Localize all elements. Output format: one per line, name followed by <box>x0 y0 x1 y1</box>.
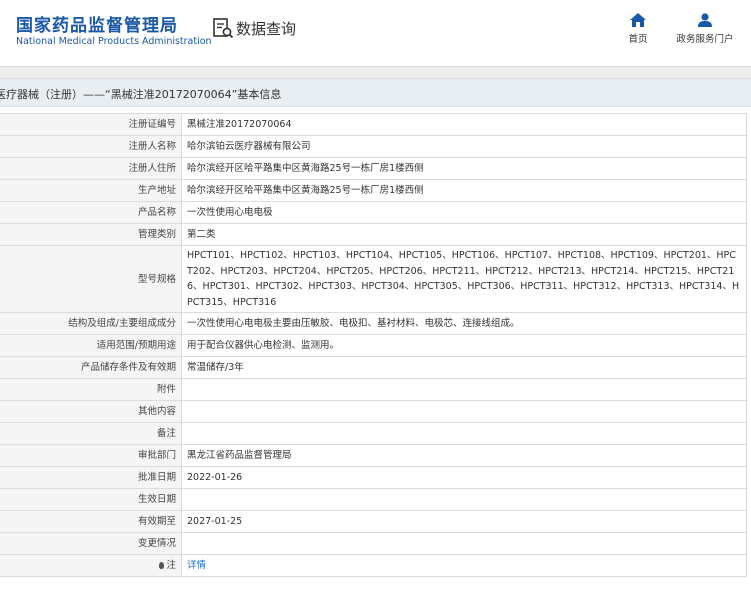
note-value-cell: 详情 <box>181 554 747 577</box>
row-label: 产品储存条件及有效期 <box>0 356 182 379</box>
row-value: 2027-01-25 <box>181 510 747 533</box>
row-value <box>181 400 747 423</box>
row-value <box>181 532 747 555</box>
row-label: 变更情况 <box>0 532 182 555</box>
row-value: 用于配合仪器供心电检测、监测用。 <box>181 334 747 357</box>
nav-home-button[interactable]: 首页 <box>603 13 673 53</box>
table-row: 注册证编号 黑械注准20172070064 <box>0 113 747 136</box>
row-label: 注 <box>166 560 176 571</box>
user-icon <box>698 13 712 27</box>
details-link[interactable]: 详情 <box>187 560 206 571</box>
table-row: 型号规格 HPCT101、HPCT102、HPCT103、HPCT104、HPC… <box>0 245 747 313</box>
row-value: 哈尔滨经开区哈平路集中区黄海路25号一栋厂房1楼西侧 <box>181 157 747 180</box>
detail-table: 注册证编号 黑械注准20172070064 注册人名称 哈尔滨铂云医疗器械有限公… <box>0 113 747 577</box>
table-row: 有效期至 2027-01-25 <box>0 510 747 533</box>
org-name-cn: 国家药品监督管理局 <box>16 16 178 36</box>
row-value: 2022-01-26 <box>181 466 747 489</box>
detail-title-bar: 医疗器械（注册）——“黑械注准20172070064”基本信息 <box>0 78 751 107</box>
row-value: 哈尔滨铂云医疗器械有限公司 <box>181 135 747 158</box>
table-row: 生效日期 <box>0 488 747 511</box>
row-label: 生效日期 <box>0 488 182 511</box>
table-row: 适用范围/预期用途 用于配合仪器供心电检测、监测用。 <box>0 334 747 357</box>
nav-portal-button[interactable]: 政务服务门户 <box>670 13 740 53</box>
row-value <box>181 488 747 511</box>
table-row: 附件 <box>0 378 747 401</box>
row-label: 批准日期 <box>0 466 182 489</box>
row-value <box>181 422 747 445</box>
table-row: 变更情况 <box>0 532 747 555</box>
nav-home-label: 首页 <box>628 34 648 45</box>
row-value: 一次性使用心电电极主要由压敏胶、电极扣、基衬材料、电极芯、连接线组成。 <box>181 312 747 335</box>
org-name-en: National Medical Products Administration <box>16 36 212 47</box>
section-title: 数据查询 <box>236 20 297 38</box>
row-label: 型号规格 <box>0 245 182 313</box>
table-row: 批准日期 2022-01-26 <box>0 466 747 489</box>
nav-portal-label: 政务服务门户 <box>676 34 734 45</box>
table-row: 审批部门 黑龙江省药品监督管理局 <box>0 444 747 467</box>
row-label: 有效期至 <box>0 510 182 533</box>
table-row: 管理类别 第二类 <box>0 223 747 246</box>
home-icon <box>630 13 646 27</box>
table-row: 注 详情 <box>0 554 747 577</box>
row-value: 一次性使用心电电极 <box>181 201 747 224</box>
row-label: 注册证编号 <box>0 113 182 136</box>
row-value <box>181 378 747 401</box>
row-label: 审批部门 <box>0 444 182 467</box>
row-label: 生产地址 <box>0 179 182 202</box>
table-row: 注册人名称 哈尔滨铂云医疗器械有限公司 <box>0 135 747 158</box>
table-row: 产品名称 一次性使用心电电极 <box>0 201 747 224</box>
header-divider-band <box>0 67 751 78</box>
row-label: 产品名称 <box>0 201 182 224</box>
table-row: 生产地址 哈尔滨经开区哈平路集中区黄海路25号一栋厂房1楼西侧 <box>0 179 747 202</box>
table-row: 备注 <box>0 422 747 445</box>
row-label: 适用范围/预期用途 <box>0 334 182 357</box>
row-value: HPCT101、HPCT102、HPCT103、HPCT104、HPCT105、… <box>181 245 747 313</box>
bulb-icon <box>159 562 165 569</box>
page-title: 医疗器械（注册）——“黑械注准20172070064”基本信息 <box>0 88 282 101</box>
table-row: 注册人住所 哈尔滨经开区哈平路集中区黄海路25号一栋厂房1楼西侧 <box>0 157 747 180</box>
row-label: 备注 <box>0 422 182 445</box>
site-header: 国家药品监督管理局 National Medical Products Admi… <box>0 0 751 67</box>
row-value: 黑械注准20172070064 <box>181 113 747 136</box>
row-label: 附件 <box>0 378 182 401</box>
row-label: 结构及组成/主要组成成分 <box>0 312 182 335</box>
row-value: 第二类 <box>181 223 747 246</box>
row-value: 常温储存/3年 <box>181 356 747 379</box>
note-label-cell: 注 <box>0 554 182 577</box>
row-value: 哈尔滨经开区哈平路集中区黄海路25号一栋厂房1楼西侧 <box>181 179 747 202</box>
table-row: 产品储存条件及有效期 常温储存/3年 <box>0 356 747 379</box>
row-label: 管理类别 <box>0 223 182 246</box>
data-query-icon <box>213 18 234 39</box>
row-label: 其他内容 <box>0 400 182 423</box>
row-value: 黑龙江省药品监督管理局 <box>181 444 747 467</box>
row-label: 注册人名称 <box>0 135 182 158</box>
row-label: 注册人住所 <box>0 157 182 180</box>
table-row: 结构及组成/主要组成成分 一次性使用心电电极主要由压敏胶、电极扣、基衬材料、电极… <box>0 312 747 335</box>
table-row: 其他内容 <box>0 400 747 423</box>
